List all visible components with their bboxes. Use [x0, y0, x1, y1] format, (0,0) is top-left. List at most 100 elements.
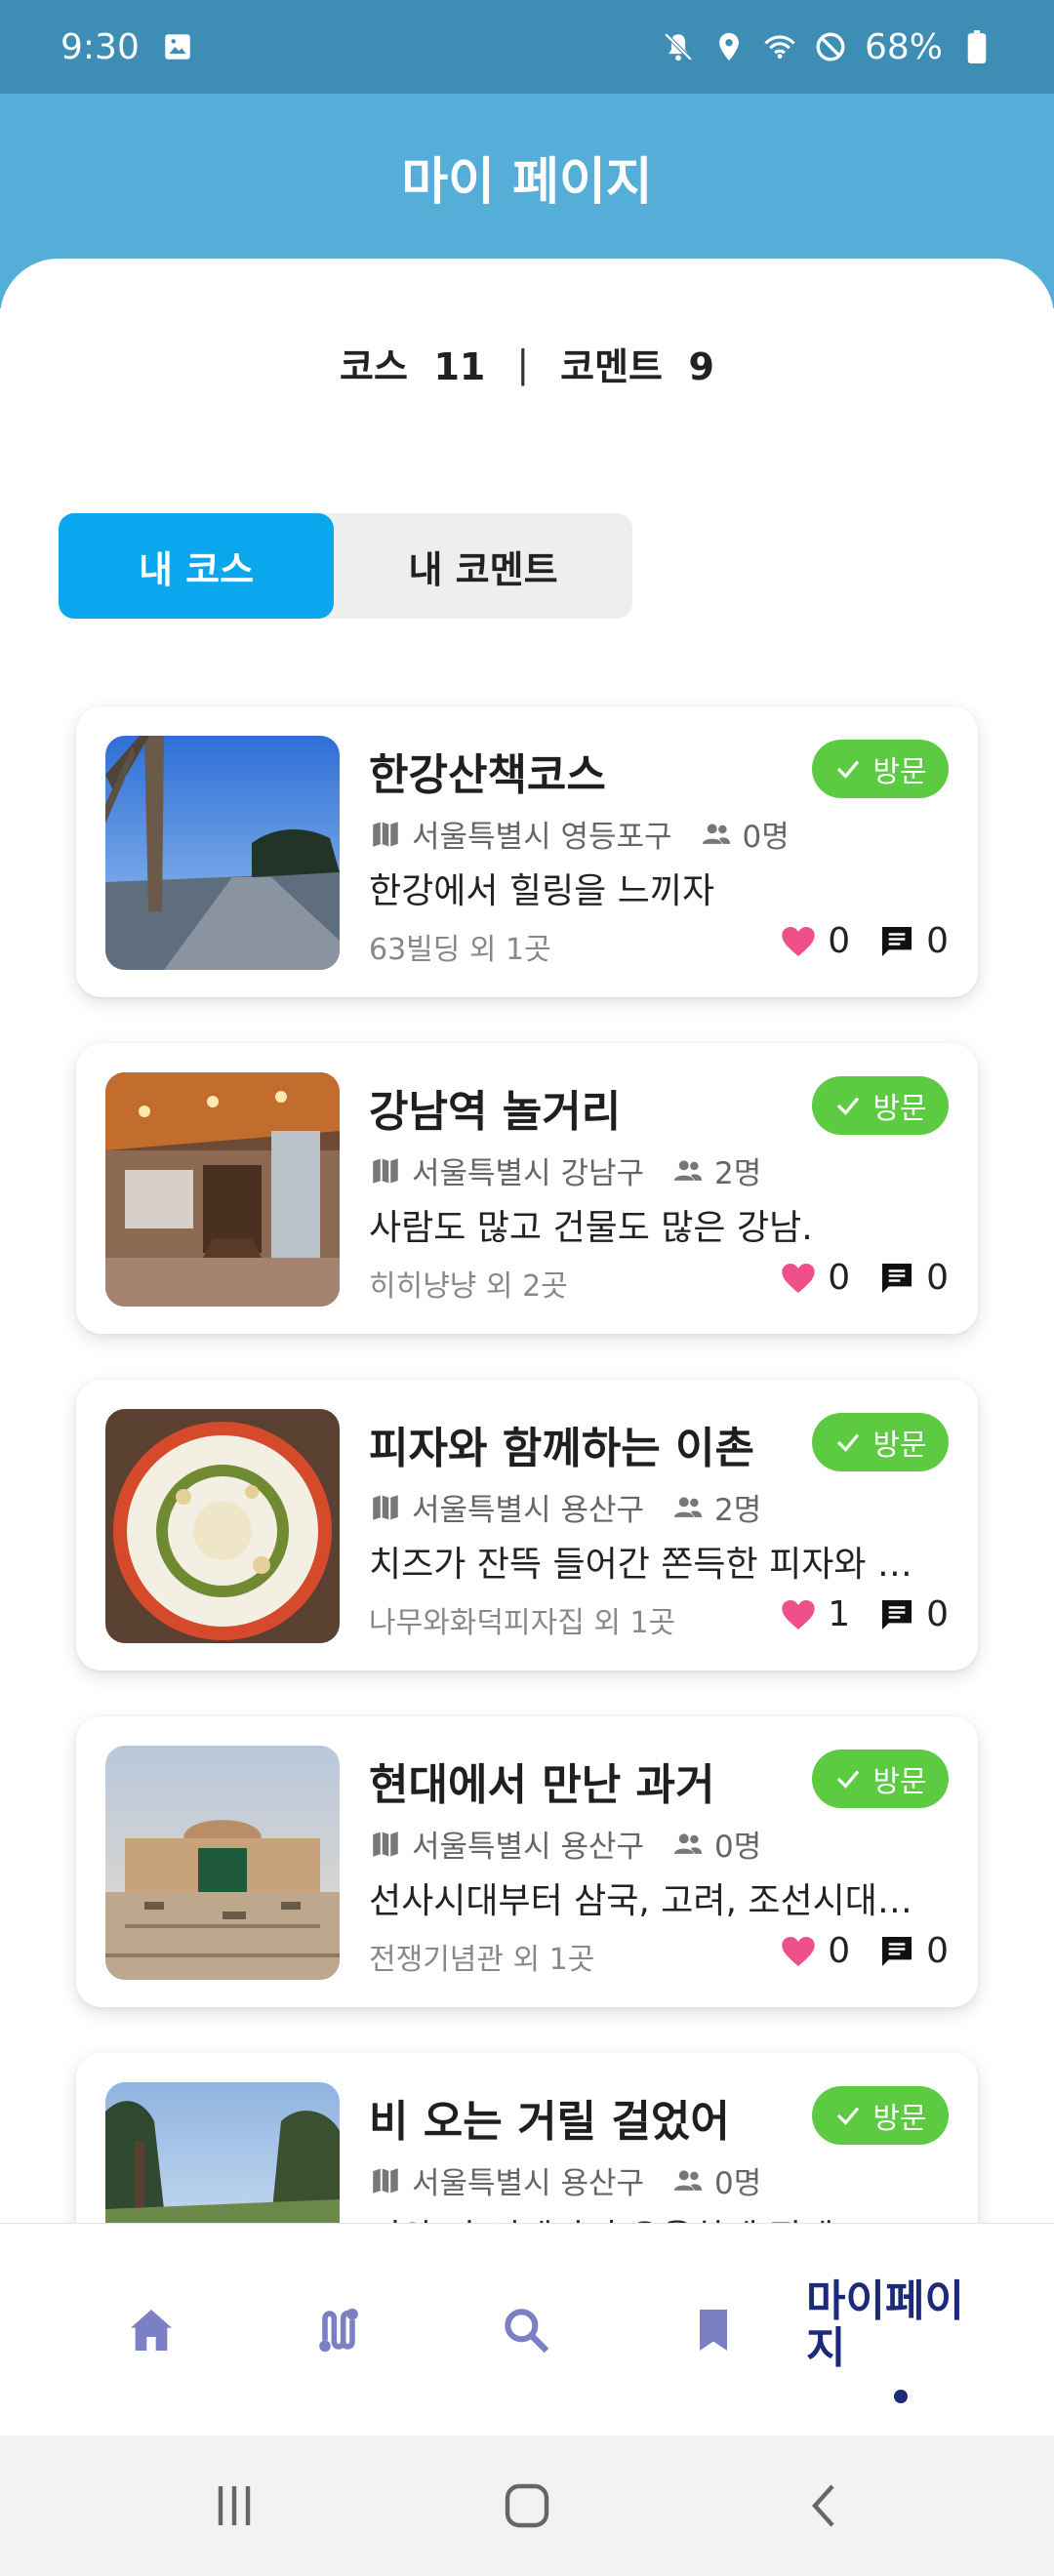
check-icon	[837, 1097, 860, 1115]
comment-icon[interactable]	[877, 1932, 916, 1971]
comment-icon[interactable]	[877, 1259, 916, 1298]
visited-badge[interactable]: 방문	[812, 1750, 949, 1808]
tab-my-comments[interactable]: 내 코멘트	[334, 513, 632, 619]
course-meta: 서울특별시 용산구 2명	[369, 1485, 761, 1529]
course-title: 비 오는 거릴 걸었어	[369, 2097, 730, 2147]
battery-percent: 68%	[864, 26, 943, 67]
comment-count: 0	[926, 1258, 949, 1298]
comment-icon[interactable]	[877, 1595, 916, 1634]
course-stat: 코스 11	[340, 337, 485, 390]
heart-icon[interactable]	[779, 1595, 818, 1634]
gallery-notification-icon	[161, 30, 194, 63]
course-region: 서울특별시 강남구	[412, 1156, 645, 1191]
people-icon	[671, 1828, 705, 1861]
course-people-count: 2명	[714, 1493, 762, 1528]
course-people-count: 0명	[714, 2166, 762, 2201]
comment-icon[interactable]	[877, 922, 916, 961]
course-description: 치즈가 잔뜩 들어간 쫀득한 피자와 맥주를 함께하는 이촌	[369, 1545, 945, 1585]
comment-stat: 코멘트 9	[560, 337, 714, 390]
like-count: 0	[828, 1931, 851, 1971]
course-thumbnail	[105, 1746, 340, 1980]
like-count: 0	[828, 1258, 851, 1298]
battery-icon	[960, 30, 993, 63]
course-meta: 서울특별시 영등포구 0명	[369, 812, 790, 856]
course-region: 서울특별시 영등포구	[412, 820, 672, 855]
course-card[interactable]: 피자와 함께하는 이촌 방문 서울특별시 용산구 2명 치즈가 잔뜩 들어간 쫀…	[76, 1380, 978, 1670]
visited-badge[interactable]: 방문	[812, 1413, 949, 1471]
visited-badge[interactable]: 방문	[812, 1076, 949, 1135]
course-people-count: 0명	[714, 1830, 762, 1865]
heart-icon[interactable]	[779, 1932, 818, 1971]
nav-mypage[interactable]: 마이페이지	[806, 2278, 1001, 2372]
nav-bookmark[interactable]	[660, 2224, 767, 2436]
map-icon	[369, 1491, 402, 1524]
home-circle-icon	[505, 2483, 549, 2528]
course-reactions: 0 0	[779, 1258, 949, 1298]
page-title: 마이 페이지	[401, 153, 653, 212]
course-thumbnail	[105, 2082, 340, 2223]
status-time: 9:30	[61, 26, 140, 67]
status-bar: 9:30 68%	[0, 0, 1054, 94]
course-meta: 서울특별시 용산구 0명	[369, 2158, 761, 2202]
location-icon	[712, 30, 746, 63]
nav-search[interactable]	[472, 2224, 580, 2436]
recent-apps-icon	[218, 2486, 251, 2525]
course-places: 전쟁기념관 외 1곳	[369, 1943, 595, 1977]
visited-badge[interactable]: 방문	[812, 2086, 949, 2145]
course-places: 63빌딩 외 1곳	[369, 933, 551, 967]
course-card[interactable]: 강남역 놀거리 방문 서울특별시 강남구 2명 사람도 많고 건물도 많은 강남…	[76, 1043, 978, 1334]
comment-count: 0	[926, 1931, 949, 1971]
route-icon	[319, 2308, 358, 2353]
system-nav-bar	[0, 2435, 1054, 2576]
course-places: 히히냥냥 외 2곳	[369, 1269, 568, 1304]
visited-badge[interactable]: 방문	[812, 740, 949, 798]
nav-home[interactable]	[98, 2224, 205, 2436]
back-icon	[812, 2484, 834, 2527]
course-people-count: 2명	[714, 1156, 762, 1191]
course-meta: 서울특별시 강남구 2명	[369, 1148, 761, 1192]
course-thumbnail	[105, 736, 340, 970]
heart-icon[interactable]	[779, 1259, 818, 1298]
course-stat-label: 코스	[340, 345, 408, 388]
people-icon	[671, 2164, 705, 2197]
course-thumbnail	[105, 1072, 340, 1307]
course-reactions: 0 0	[779, 921, 949, 961]
course-description: 선사시대부터 삼국, 고려, 조선시대까지 한 번에	[369, 1881, 945, 1921]
check-icon	[837, 760, 860, 779]
course-card[interactable]: 한강산책코스 방문 서울특별시 영등포구 0명 한강에서 힐링을 느끼자 63빌…	[76, 706, 978, 997]
course-title: 현대에서 만난 과거	[369, 1760, 715, 1810]
active-indicator-dot	[894, 2390, 908, 2403]
bookmark-icon	[700, 2310, 727, 2351]
course-stat-count: 11	[433, 345, 486, 388]
map-icon	[369, 818, 402, 851]
course-card[interactable]: 비 오는 거릴 걸었어 방문 서울특별시 용산구 0명 비와 나 어제까지 우울…	[76, 2053, 978, 2223]
map-icon	[369, 1154, 402, 1187]
visited-badge-label: 방문	[872, 2102, 927, 2136]
check-icon	[837, 2107, 860, 2125]
comment-stat-label: 코멘트	[560, 345, 664, 388]
people-icon	[671, 1491, 705, 1524]
course-reactions: 0 0	[779, 1931, 949, 1971]
course-card[interactable]: 현대에서 만난 과거 방문 서울특별시 용산구 0명 선사시대부터 삼국, 고려…	[76, 1716, 978, 2007]
visited-badge-label: 방문	[872, 1092, 927, 1126]
course-description: 한강에서 힐링을 느끼자	[369, 871, 715, 911]
heart-icon[interactable]	[779, 922, 818, 961]
people-icon	[671, 1154, 705, 1187]
course-description: 사람도 많고 건물도 많은 강남.	[369, 1208, 813, 1248]
comment-stat-count: 9	[688, 345, 714, 388]
visited-badge-label: 방문	[872, 755, 927, 789]
course-region: 서울특별시 용산구	[412, 1493, 645, 1528]
back-button[interactable]	[786, 2471, 864, 2541]
course-title: 강남역 놀거리	[369, 1087, 622, 1137]
recent-apps-button[interactable]	[195, 2471, 273, 2541]
nav-route[interactable]	[285, 2224, 392, 2436]
do-not-disturb-icon	[814, 30, 847, 63]
tab-my-courses[interactable]: 내 코스	[59, 513, 334, 619]
stat-separator: |	[516, 342, 530, 385]
home-button[interactable]	[488, 2471, 566, 2541]
course-title: 피자와 함께하는 이촌	[369, 1424, 754, 1473]
course-reactions: 1 0	[779, 1594, 949, 1634]
course-list: 한강산책코스 방문 서울특별시 영등포구 0명 한강에서 힐링을 느끼자 63빌…	[0, 683, 1054, 2223]
segment-tabs: 내 코스 내 코멘트	[59, 513, 632, 619]
search-icon	[505, 2309, 549, 2354]
